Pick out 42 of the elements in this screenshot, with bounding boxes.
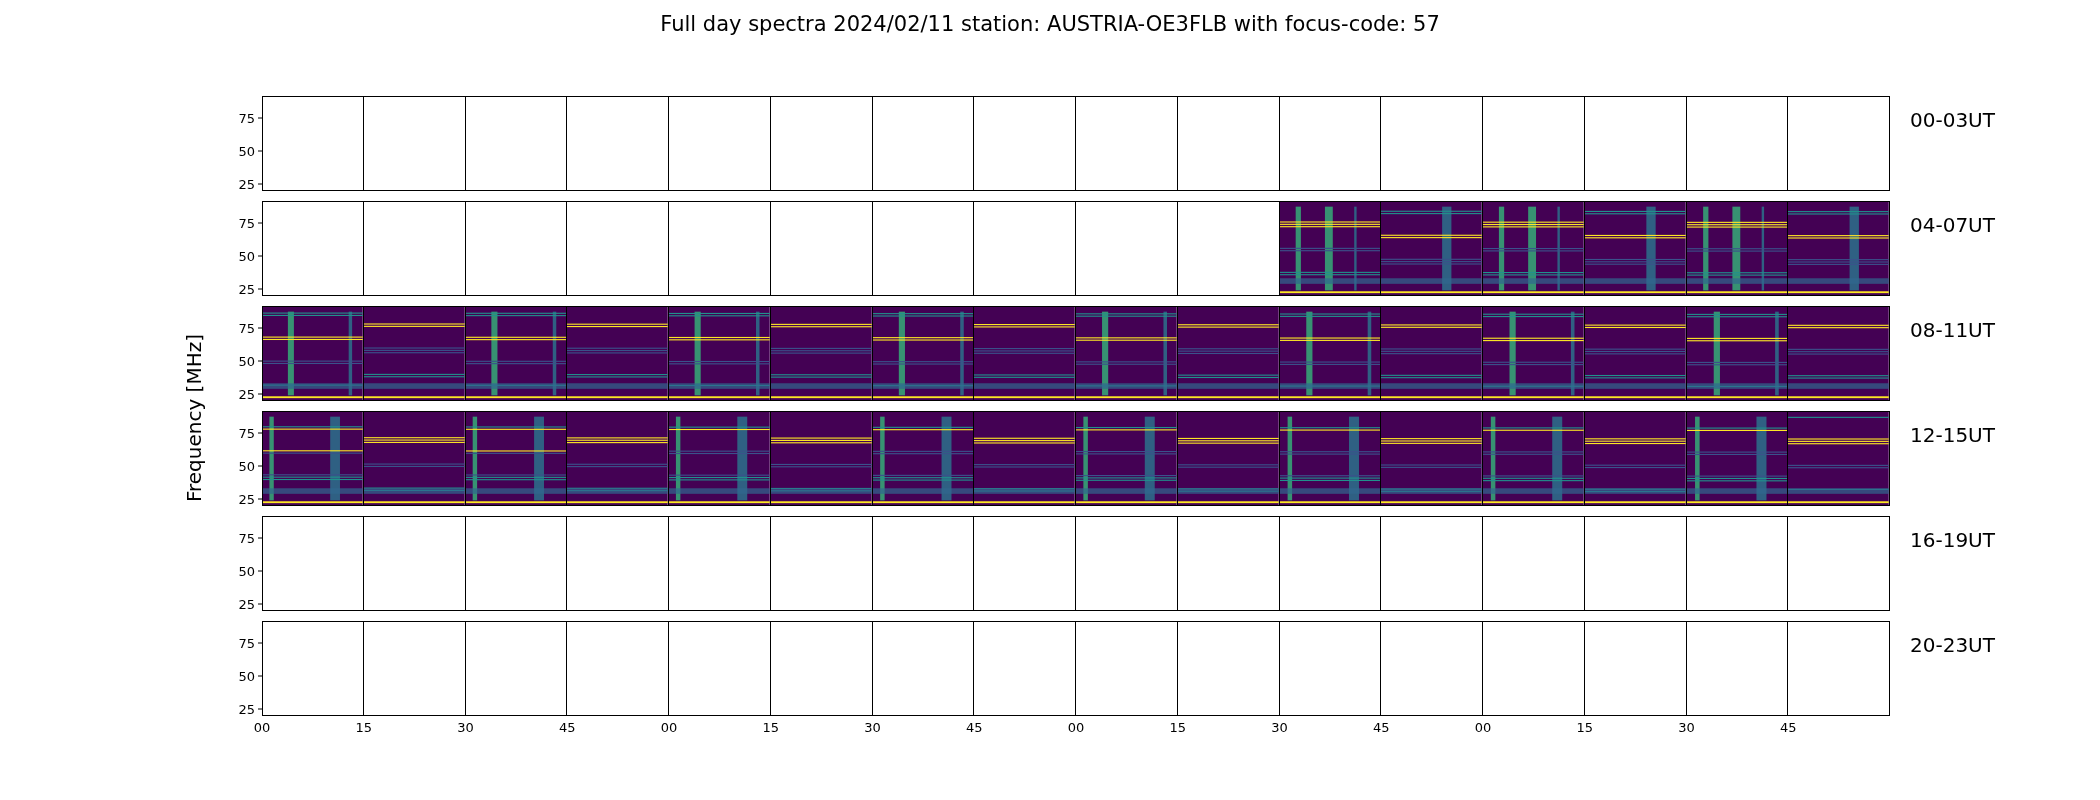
tick-label: 25: [238, 386, 255, 402]
tick-label: 00: [1474, 720, 1492, 735]
row-label: 08-11UT: [1909, 317, 1995, 344]
tick-label: 25: [238, 491, 255, 507]
tick-label: 50: [238, 248, 255, 264]
row-label: 20-23UT: [1909, 632, 1995, 659]
tick-label: 15: [355, 720, 372, 735]
tick-label: 50: [238, 668, 255, 684]
tick-label: 50: [238, 458, 255, 474]
tick-label: 45: [559, 720, 576, 735]
tick-label: 30: [457, 720, 474, 735]
row-label: 04-07UT: [1909, 212, 1995, 239]
tick-label: 50: [238, 143, 255, 159]
tick-label: 75: [238, 215, 255, 231]
tick-label: 25: [238, 281, 255, 297]
tick-label: 75: [238, 425, 255, 441]
tick-label: 75: [238, 110, 255, 126]
tick-label: 15: [1576, 720, 1593, 735]
tick-label: 15: [1169, 720, 1186, 735]
tick-label: 50: [238, 353, 255, 369]
tick-label: 75: [238, 635, 255, 651]
tick-label: 75: [238, 320, 255, 336]
tick-label: 50: [238, 563, 255, 579]
tick-label: 30: [864, 720, 881, 735]
tick-label: 45: [966, 720, 983, 735]
row-label: 12-15UT: [1909, 422, 1995, 449]
row-label: 16-19UT: [1909, 527, 1995, 554]
tick-label: 30: [1678, 720, 1695, 735]
tick-label: 75: [238, 530, 255, 546]
tick-label: 25: [238, 596, 255, 612]
tick-label: 00: [253, 720, 271, 735]
chart-title: Full day spectra 2024/02/11 station: AUSTRIA-OE3FLB with focus-code: 57: [659, 12, 1441, 38]
tick-label: 30: [1271, 720, 1288, 735]
tick-label: 00: [660, 720, 678, 735]
tick-label: 45: [1780, 720, 1797, 735]
tick-label: 15: [762, 720, 779, 735]
tick-label: 25: [238, 176, 255, 192]
tick-label: 45: [1373, 720, 1390, 735]
row-label: 00-03UT: [1909, 107, 1995, 134]
y-axis-label: Frequency [MHz]: [182, 333, 206, 503]
tick-label: 00: [1067, 720, 1085, 735]
tick-label: 25: [238, 701, 255, 717]
